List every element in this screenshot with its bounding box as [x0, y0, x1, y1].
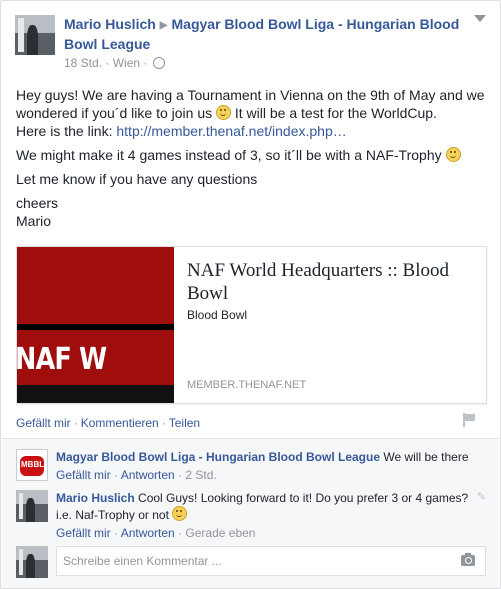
camera-icon[interactable] — [461, 553, 475, 566]
comment-author[interactable]: Magyar Blood Bowl Liga - Hungarian Blood… — [56, 450, 380, 464]
comment-reply-button[interactable]: Antworten — [121, 468, 175, 482]
smiley-icon — [445, 147, 461, 162]
link-preview-image[interactable]: NAF W — [17, 247, 174, 403]
composer-avatar — [16, 546, 48, 578]
smiley-icon — [172, 506, 188, 521]
comment-reply-button[interactable]: Antworten — [121, 526, 175, 540]
link-preview-title[interactable]: NAF World Headquarters :: Blood Bowl — [187, 259, 477, 305]
post-actions: Gefällt mir · Kommentieren · Teilen — [16, 416, 201, 430]
post-link[interactable]: http://member.thenaf.net/index.php… — [116, 123, 346, 139]
arrow-right-icon: ▶ — [159, 20, 168, 31]
author-avatar[interactable] — [15, 15, 55, 55]
post-location[interactable]: Wien — [113, 56, 140, 70]
comment-body: Mario Huslich Cool Guys! Looking forward… — [56, 490, 476, 541]
commenter-avatar[interactable] — [16, 490, 48, 522]
post-meta: 18 Std. · Wien · — [64, 56, 165, 70]
comment-button[interactable]: Kommentieren — [81, 416, 159, 430]
like-button[interactable]: Gefällt mir — [16, 416, 71, 430]
comment-composer — [56, 546, 486, 576]
comments-section: MBBL Magyar Blood Bowl Liga - Hungarian … — [2, 438, 499, 588]
post-text: Hey guys! We are having a Tournament in … — [16, 86, 486, 230]
post-paragraph-2: We might make it 4 games instead of 3, s… — [16, 146, 486, 164]
comment-time[interactable]: 2 Std. — [185, 468, 216, 482]
chevron-down-icon[interactable] — [474, 15, 486, 22]
post-paragraph-1: Hey guys! We are having a Tournament in … — [16, 87, 485, 139]
edit-icon[interactable]: ✎ — [477, 490, 486, 503]
author-name[interactable]: Mario Huslich — [64, 16, 156, 32]
post-card: Mario Huslich ▶ Magyar Blood Bowl Liga - H… — [0, 0, 501, 589]
post-time[interactable]: 18 Std. — [64, 56, 102, 70]
flag-icon[interactable] — [462, 413, 476, 427]
share-button[interactable]: Teilen — [169, 416, 200, 430]
comment-like-button[interactable]: Gefällt mir — [56, 526, 111, 540]
comment-author[interactable]: Mario Huslich — [56, 491, 135, 505]
comment-actions: Gefällt mir · Antworten · Gerade eben — [56, 526, 256, 540]
link-preview[interactable]: NAF W NAF World Headquarters :: Blood Bo… — [16, 246, 487, 404]
post-paragraph-4: cheers Mario — [16, 195, 59, 229]
comment-time[interactable]: Gerade eben — [185, 526, 255, 540]
globe-icon[interactable] — [152, 57, 165, 69]
comment-text: We will be there — [383, 450, 469, 464]
post-paragraph-3: Let me know if you have any questions — [16, 171, 258, 187]
comment-like-button[interactable]: Gefällt mir — [56, 468, 111, 482]
comment-actions: Gefällt mir · Antworten · 2 Std. — [56, 468, 217, 482]
comment-input[interactable] — [57, 547, 464, 575]
commenter-avatar[interactable]: MBBL — [16, 449, 48, 481]
link-preview-subtitle: Blood Bowl — [187, 308, 248, 322]
comment-body: Magyar Blood Bowl Liga - Hungarian Blood… — [56, 449, 476, 483]
smiley-icon — [216, 105, 231, 120]
post-header: Mario Huslich ▶ Magyar Blood Bowl Liga - H… — [64, 15, 484, 54]
link-preview-domain: MEMBER.THENAF.NET — [187, 379, 307, 391]
